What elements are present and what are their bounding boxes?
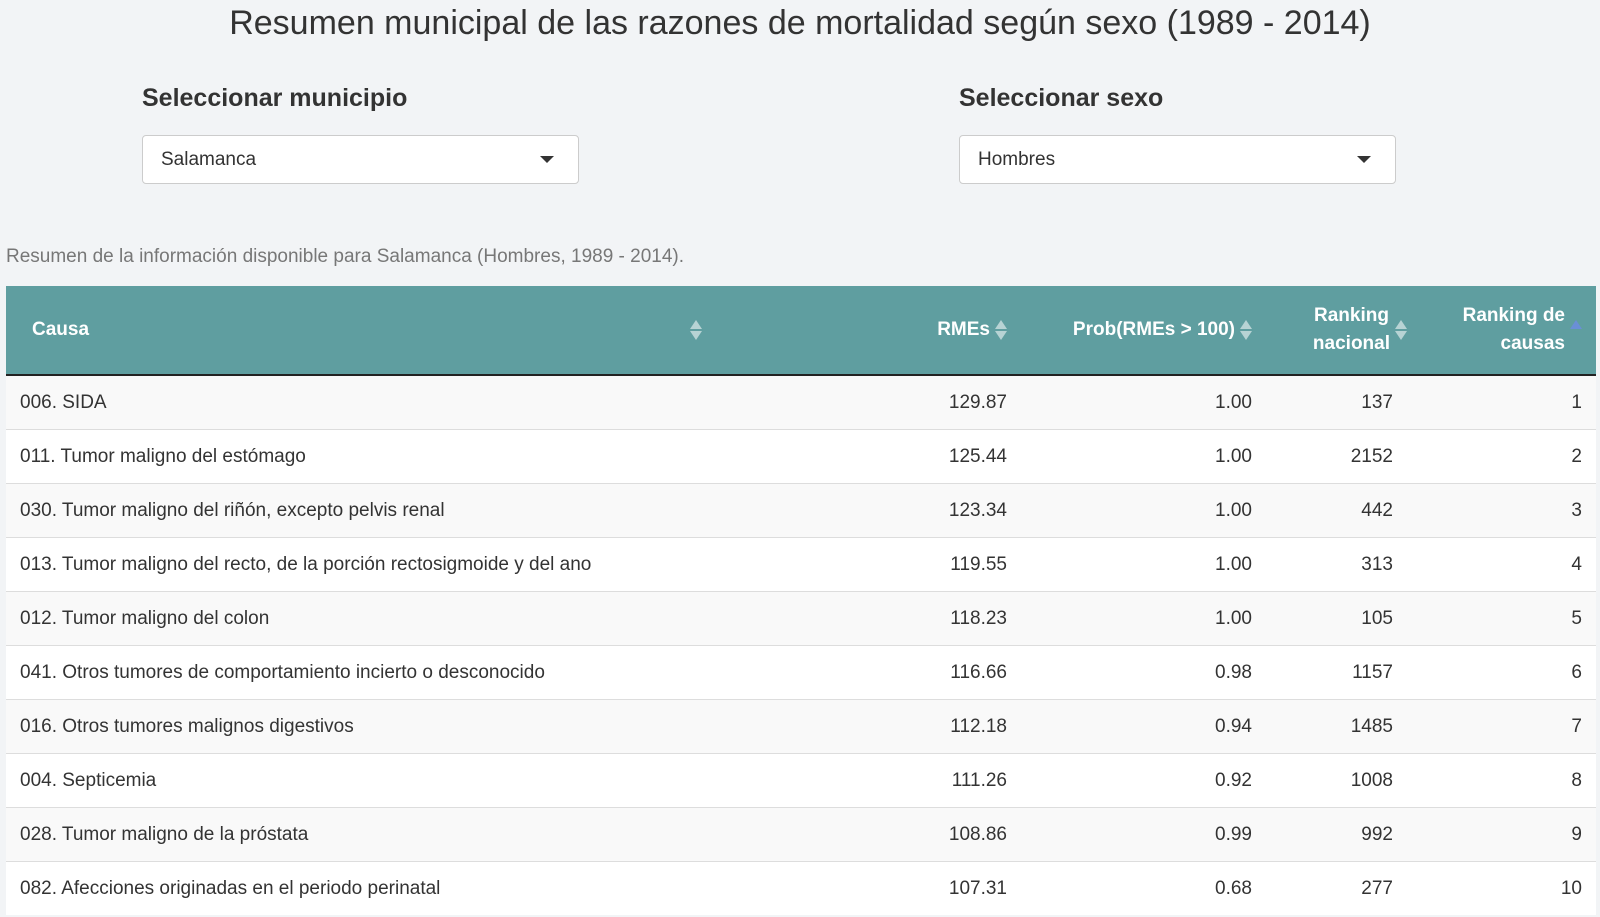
table-row: 016. Otros tumores malignos digestivos 11… xyxy=(6,699,1596,754)
table-row: 082. Afecciones originadas en el periodo… xyxy=(6,861,1596,915)
cell-causa: 006. SIDA xyxy=(6,374,886,430)
sort-icon xyxy=(995,319,1007,341)
cell-ranking-nacional: 992 xyxy=(1266,807,1421,862)
cell-prob: 0.94 xyxy=(1021,699,1266,754)
cell-prob: 1.00 xyxy=(1021,374,1266,430)
cell-prob: 1.00 xyxy=(1021,591,1266,646)
table-row: 041. Otros tumores de comportamiento inc… xyxy=(6,645,1596,700)
column-header-ranking-nacional-label-line2: nacional xyxy=(1312,333,1390,354)
cell-causa: 030. Tumor maligno del riñón, excepto pe… xyxy=(6,483,886,538)
cell-rmes: 107.31 xyxy=(886,861,1021,915)
sort-ascending-icon xyxy=(1570,319,1582,341)
table-body: 006. SIDA 129.87 1.00 137 1 011. Tumor malign… xyxy=(6,374,1596,915)
cell-causa: 013. Tumor maligno del recto, de la porc… xyxy=(6,537,886,592)
sexo-select[interactable]: Hombres xyxy=(959,135,1396,184)
municipio-select[interactable]: Salamanca xyxy=(142,135,579,184)
sort-icon xyxy=(690,319,702,341)
table-row: 013. Tumor maligno del recto, de la porc… xyxy=(6,537,1596,592)
cell-prob: 1.00 xyxy=(1021,429,1266,484)
municipio-selected-value: Salamanca xyxy=(161,149,257,170)
cell-ranking-nacional: 277 xyxy=(1266,861,1421,915)
cell-causa: 016. Otros tumores malignos digestivos xyxy=(6,699,886,754)
column-header-causa-label: Causa xyxy=(32,319,90,340)
cell-prob: 0.99 xyxy=(1021,807,1266,862)
municipio-control: Seleccionar municipio Salamanca xyxy=(142,84,579,184)
column-header-prob[interactable]: Prob(RMEs > 100) xyxy=(1021,286,1266,376)
municipio-label: Seleccionar municipio xyxy=(142,84,408,112)
column-header-prob-label: Prob(RMEs > 100) xyxy=(1072,319,1235,340)
cell-ranking-causas: 1 xyxy=(1421,374,1596,430)
cell-prob: 1.00 xyxy=(1021,483,1266,538)
column-header-ranking-causas[interactable]: Ranking de causas xyxy=(1421,286,1596,376)
sexo-selected-value: Hombres xyxy=(978,149,1056,170)
cell-prob: 1.00 xyxy=(1021,537,1266,592)
column-header-ranking-nacional-label-line1: Ranking xyxy=(1313,305,1389,326)
cell-rmes: 111.26 xyxy=(886,753,1021,808)
cell-ranking-nacional: 105 xyxy=(1266,591,1421,646)
cell-prob: 0.68 xyxy=(1021,861,1266,915)
cell-ranking-nacional: 1485 xyxy=(1266,699,1421,754)
column-header-rmes[interactable]: RMEs xyxy=(886,286,1021,376)
table-row: 004. Septicemia 111.26 0.92 1008 8 xyxy=(6,753,1596,808)
cell-causa: 082. Afecciones originadas en el periodo… xyxy=(6,861,886,915)
cell-rmes: 129.87 xyxy=(886,374,1021,430)
cell-ranking-causas: 6 xyxy=(1421,645,1596,700)
page-title: Resumen municipal de las razones de mort… xyxy=(229,4,1371,42)
table-row: 028. Tumor maligno de la próstata 108.86 0… xyxy=(6,807,1596,862)
cell-ranking-nacional: 137 xyxy=(1266,374,1421,430)
cell-causa: 012. Tumor maligno del colon xyxy=(6,591,886,646)
cell-ranking-nacional: 2152 xyxy=(1266,429,1421,484)
cell-rmes: 119.55 xyxy=(886,537,1021,592)
table-row: 030. Tumor maligno del riñón, excepto pe… xyxy=(6,483,1596,538)
cell-causa: 004. Septicemia xyxy=(6,753,886,808)
cell-ranking-causas: 4 xyxy=(1421,537,1596,592)
table-row: 011. Tumor maligno del estómago 125.44 1.0… xyxy=(6,429,1596,484)
cell-prob: 0.92 xyxy=(1021,753,1266,808)
cell-ranking-nacional: 313 xyxy=(1266,537,1421,592)
sort-icon xyxy=(1395,319,1407,341)
column-header-causa[interactable]: Causa xyxy=(6,286,886,376)
cell-rmes: 108.86 xyxy=(886,807,1021,862)
table-row: 006. SIDA 129.87 1.00 137 1 xyxy=(6,374,1596,430)
results-table-container: Causa RMEs Prob(RMEs > 100) Ranking naci… xyxy=(6,286,1596,915)
cell-causa: 028. Tumor maligno de la próstata xyxy=(6,807,886,862)
cell-ranking-nacional: 1157 xyxy=(1266,645,1421,700)
sexo-control: Seleccionar sexo Hombres xyxy=(959,84,1396,184)
cell-ranking-nacional: 1008 xyxy=(1266,753,1421,808)
cell-prob: 0.98 xyxy=(1021,645,1266,700)
table-caption: Resumen de la información disponible par… xyxy=(6,246,685,267)
cell-rmes: 125.44 xyxy=(886,429,1021,484)
sort-icon xyxy=(1240,319,1252,341)
cell-rmes: 116.66 xyxy=(886,645,1021,700)
cell-ranking-causas: 9 xyxy=(1421,807,1596,862)
results-table: Causa RMEs Prob(RMEs > 100) Ranking naci… xyxy=(6,286,1596,915)
cell-ranking-causas: 10 xyxy=(1421,861,1596,915)
cell-ranking-causas: 3 xyxy=(1421,483,1596,538)
column-header-rmes-label: RMEs xyxy=(937,319,990,340)
cell-causa: 011. Tumor maligno del estómago xyxy=(6,429,886,484)
cell-causa: 041. Otros tumores de comportamiento inc… xyxy=(6,645,886,700)
cell-ranking-causas: 2 xyxy=(1421,429,1596,484)
cell-ranking-causas: 7 xyxy=(1421,699,1596,754)
column-header-ranking-nacional[interactable]: Ranking nacional xyxy=(1266,286,1421,376)
caret-down-icon xyxy=(540,156,554,163)
cell-ranking-causas: 5 xyxy=(1421,591,1596,646)
cell-ranking-causas: 8 xyxy=(1421,753,1596,808)
table-row: 012. Tumor maligno del colon 118.23 1.00 10… xyxy=(6,591,1596,646)
cell-rmes: 112.18 xyxy=(886,699,1021,754)
sexo-label: Seleccionar sexo xyxy=(959,84,1164,112)
cell-ranking-nacional: 442 xyxy=(1266,483,1421,538)
table-header-row: Causa RMEs Prob(RMEs > 100) Ranking naci… xyxy=(6,286,1596,376)
caret-down-icon xyxy=(1357,156,1371,163)
column-header-ranking-causas-label-line2: causas xyxy=(1500,333,1565,354)
column-header-ranking-causas-label-line1: Ranking de xyxy=(1462,305,1565,326)
cell-rmes: 118.23 xyxy=(886,591,1021,646)
cell-rmes: 123.34 xyxy=(886,483,1021,538)
